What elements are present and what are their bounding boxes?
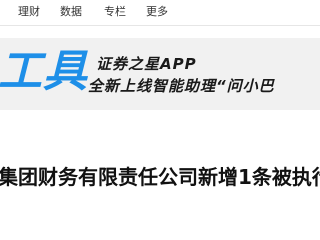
app-promo-banner[interactable]: 工具 证券之星APP 全新上线智能助理“问小巴 <box>0 38 320 110</box>
banner-tool-text: 工具 <box>0 46 88 97</box>
article-headline[interactable]: 集团财务有限责任公司新增1条被执行 <box>0 164 320 190</box>
nav-item-zhuanlan[interactable]: 专栏 <box>104 5 126 19</box>
top-navigation-bar: 理财 数据 专栏 更多 <box>0 0 320 26</box>
nav-item-shuju[interactable]: 数据 <box>60 5 82 19</box>
nav-item-licai[interactable]: 理财 <box>18 5 40 19</box>
banner-app-name: 证券之星APP <box>96 55 197 73</box>
nav-item-gengduo[interactable]: 更多 <box>146 5 168 19</box>
banner-tagline: 全新上线智能助理“问小巴 <box>88 77 275 95</box>
